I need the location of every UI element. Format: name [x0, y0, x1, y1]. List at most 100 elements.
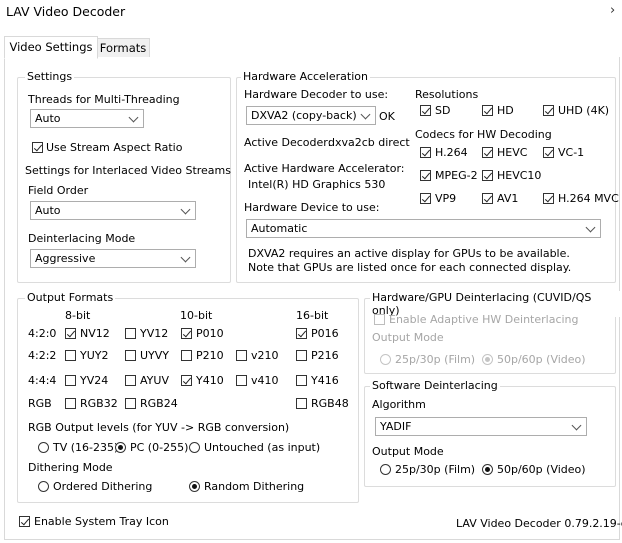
- hw-decoder-label: Hardware Decoder to use:: [244, 88, 389, 101]
- res-uhd-label: UHD (4K): [558, 104, 610, 117]
- interlaced-heading: Settings for Interlaced Video Streams: [25, 164, 231, 177]
- codec-mpeg2-label: MPEG-2: [435, 169, 478, 182]
- hw-deint-output-mode-label: Output Mode: [372, 331, 444, 344]
- dither-ordered-radio[interactable]: [38, 481, 49, 492]
- fmt-y410-checkbox[interactable]: [181, 375, 192, 386]
- field-order-select[interactable]: Auto: [30, 201, 196, 220]
- fmt-rgb32-checkbox[interactable]: [65, 398, 76, 409]
- dither-ordered-label: Ordered Dithering: [53, 480, 153, 493]
- threads-select-value: Auto: [35, 112, 61, 125]
- threads-select[interactable]: Auto: [30, 109, 144, 128]
- codec-h264-checkbox[interactable]: [420, 147, 431, 158]
- sw-deint-video-radio[interactable]: [482, 464, 493, 475]
- fmt-y416-checkbox[interactable]: [296, 375, 307, 386]
- deint-mode-value: Aggressive: [35, 252, 96, 265]
- codec-vc1-label: VC-1: [558, 146, 585, 159]
- settings-group-label: Settings: [25, 70, 75, 83]
- rgb-pc-label: PC (0-255): [130, 441, 189, 454]
- codec-mpeg2-checkbox[interactable]: [420, 170, 431, 181]
- algorithm-value: YADIF: [380, 420, 412, 433]
- row-rgb-label: RGB: [28, 397, 52, 410]
- codec-hevc10-checkbox[interactable]: [482, 170, 493, 181]
- dither-random-label: Random Dithering: [204, 480, 305, 493]
- stream-aspect-checkbox[interactable]: [32, 142, 43, 153]
- rgb-tv-radio[interactable]: [38, 442, 49, 453]
- fmt-yv12-checkbox[interactable]: [125, 328, 136, 339]
- fmt-yv24-label: YV24: [80, 374, 109, 387]
- sw-deint-film-radio[interactable]: [380, 464, 391, 475]
- res-sd-checkbox[interactable]: [420, 105, 431, 116]
- field-order-label: Field Order: [28, 184, 89, 197]
- codec-h264mvc-label: H.264 MVC: [558, 192, 619, 205]
- fmt-rgb32-label: RGB32: [80, 397, 118, 410]
- rgb-pc-radio[interactable]: [115, 442, 126, 453]
- fmt-v410-checkbox[interactable]: [236, 375, 247, 386]
- fmt-p010-checkbox[interactable]: [181, 328, 192, 339]
- fmt-p010-label: P010: [196, 327, 224, 340]
- tab-formats[interactable]: Formats: [96, 38, 150, 59]
- deint-mode-select[interactable]: Aggressive: [30, 249, 196, 268]
- algorithm-select[interactable]: YADIF: [375, 417, 587, 436]
- fmt-rgb24-checkbox[interactable]: [125, 398, 136, 409]
- deint-mode-label: Deinterlacing Mode: [28, 232, 136, 245]
- active-decoder-label: Active Decoder:: [244, 136, 332, 149]
- fmt-p016-label: P016: [311, 327, 339, 340]
- stream-aspect-label: Use Stream Aspect Ratio: [46, 141, 183, 154]
- fmt-rgb48-checkbox[interactable]: [296, 398, 307, 409]
- fmt-p216-checkbox[interactable]: [296, 350, 307, 361]
- hw-deint-video-radio[interactable]: [482, 354, 493, 365]
- res-hd-label: HD: [497, 104, 514, 117]
- chevron-down-icon: [180, 204, 191, 215]
- chevron-down-icon: [585, 222, 596, 233]
- col-8bit-header: 8-bit: [65, 309, 91, 322]
- field-order-value: Auto: [35, 204, 61, 217]
- codec-vp9-label: VP9: [435, 192, 457, 205]
- codec-av1-checkbox[interactable]: [482, 193, 493, 204]
- dither-random-radio[interactable]: [189, 481, 200, 492]
- hw-decoder-select[interactable]: DXVA2 (copy-back): [246, 106, 376, 125]
- rgb-untouched-radio[interactable]: [189, 442, 200, 453]
- row-422-label: 4:2:2: [28, 349, 57, 362]
- hw-deint-video-label: 50p/60p (Video): [497, 353, 586, 366]
- codec-h264mvc-checkbox[interactable]: [543, 193, 554, 204]
- tab-video-settings[interactable]: Video Settings: [4, 36, 98, 59]
- codec-hevc-label: HEVC: [497, 146, 528, 159]
- fmt-nv12-checkbox[interactable]: [65, 328, 76, 339]
- row-420-label: 4:2:0: [28, 327, 57, 340]
- tray-icon-checkbox[interactable]: [19, 516, 30, 527]
- fmt-v210-checkbox[interactable]: [236, 350, 247, 361]
- codec-vp9-checkbox[interactable]: [420, 193, 431, 204]
- fmt-p210-checkbox[interactable]: [181, 350, 192, 361]
- sw-deint-group-label: Software Deinterlacing: [370, 379, 500, 392]
- codec-hevc-checkbox[interactable]: [482, 147, 493, 158]
- chevron-down-icon: [360, 109, 371, 120]
- fmt-yuy2-label: YUY2: [80, 349, 109, 362]
- output-formats-group-label: Output Formats: [25, 291, 116, 304]
- fmt-uyvy-checkbox[interactable]: [125, 350, 136, 361]
- fmt-yuy2-checkbox[interactable]: [65, 350, 76, 361]
- codec-h264-label: H.264: [435, 146, 468, 159]
- fmt-p216-label: P216: [311, 349, 339, 362]
- codec-vc1-checkbox[interactable]: [543, 147, 554, 158]
- active-accel-label: Active Hardware Accelerator:: [244, 162, 405, 175]
- fmt-p016-checkbox[interactable]: [296, 328, 307, 339]
- hw-device-select[interactable]: Automatic: [246, 219, 601, 238]
- hw-note-line2: Note that GPUs are listed once for each …: [248, 261, 572, 274]
- threads-label: Threads for Multi-Threading: [28, 93, 180, 106]
- col-16bit-header: 16-bit: [296, 309, 329, 322]
- row-444-label: 4:4:4: [28, 374, 57, 387]
- res-uhd-checkbox[interactable]: [543, 105, 554, 116]
- hw-decoder-status: OK: [379, 110, 395, 123]
- hwaccel-group-label: Hardware Acceleration: [241, 70, 370, 83]
- hw-device-value: Automatic: [251, 222, 308, 235]
- fmt-p210-label: P210: [196, 349, 224, 362]
- hw-deint-film-radio[interactable]: [380, 354, 391, 365]
- fmt-yv12-label: YV12: [140, 327, 169, 340]
- fmt-yv24-checkbox[interactable]: [65, 375, 76, 386]
- chevron-right-icon[interactable]: ›: [610, 3, 615, 18]
- res-hd-checkbox[interactable]: [482, 105, 493, 116]
- dither-label: Dithering Mode: [28, 461, 113, 474]
- fmt-y410-label: Y410: [196, 374, 224, 387]
- fmt-ayuv-checkbox[interactable]: [125, 375, 136, 386]
- hw-deint-enable-checkbox[interactable]: [374, 314, 385, 325]
